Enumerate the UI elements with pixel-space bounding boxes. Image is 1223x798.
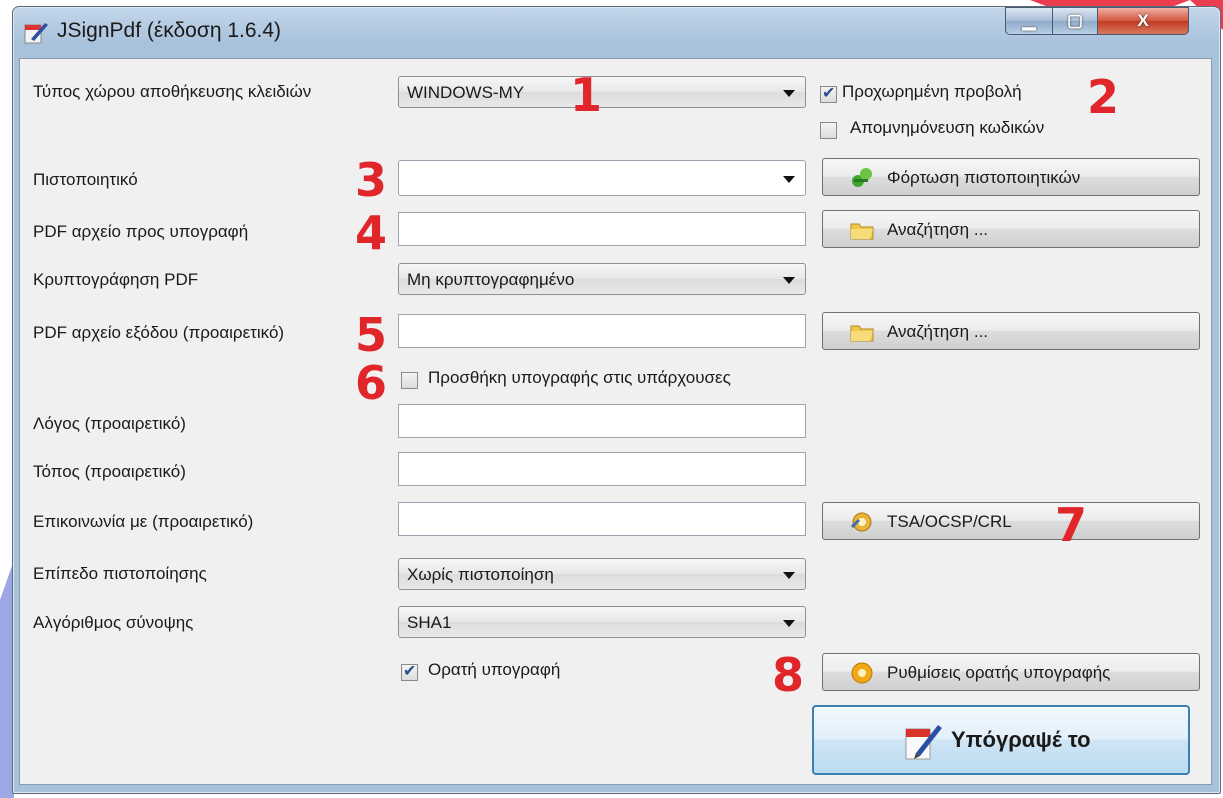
maximize-button[interactable]: ▢: [1052, 7, 1098, 35]
close-button[interactable]: X: [1097, 7, 1189, 35]
callout-5: 5: [355, 308, 388, 362]
visible-signature-label: Ορατή υπογραφή: [428, 660, 561, 679]
cert-level-label: Επίπεδο πιστοποίησης: [33, 564, 207, 583]
visible-signature-checkbox[interactable]: [401, 661, 418, 681]
browse-input-button[interactable]: Αναζήτηση ...: [822, 210, 1200, 248]
append-signature-label: Προσθήκη υπογραφής στις υπάρχουσες: [428, 368, 731, 387]
close-icon: X: [1137, 11, 1149, 30]
callout-7: 7: [1055, 498, 1088, 552]
output-pdf-field[interactable]: [398, 314, 806, 348]
load-certificates-button[interactable]: Φόρτωση πιστοποιητικών: [822, 158, 1200, 196]
chevron-down-icon: [783, 572, 795, 579]
chevron-down-icon: [783, 176, 795, 183]
append-signature-checkbox[interactable]: [401, 372, 418, 389]
browse-output-button[interactable]: Αναζήτηση ...: [822, 312, 1200, 350]
encryption-select[interactable]: Μη κρυπτογραφημένο: [398, 263, 806, 295]
reason-field[interactable]: [398, 404, 806, 438]
cert-level-select[interactable]: Χωρίς πιστοποίηση: [398, 558, 806, 590]
callout-1: 1: [570, 68, 603, 122]
maximize-icon: ▢: [1066, 11, 1084, 30]
callout-8: 8: [772, 648, 805, 702]
hash-alg-value: SHA1: [407, 613, 452, 632]
callout-6: 6: [355, 356, 388, 410]
certificate-select[interactable]: [398, 160, 806, 196]
pen-document-icon: [24, 23, 48, 44]
keystore-label: Τύπος χώρου αποθήκευσης κλειδιών: [33, 82, 312, 101]
chevron-down-icon: [783, 90, 795, 97]
sign-pen-icon: [905, 725, 942, 760]
keys-icon: [852, 168, 872, 187]
advanced-view-label: Προχωρημένη προβολή: [842, 82, 1022, 101]
cert-level-value: Χωρίς πιστοποίηση: [407, 565, 554, 584]
hash-alg-select[interactable]: SHA1: [398, 606, 806, 638]
callout-4: 4: [355, 206, 388, 260]
load-certificates-label: Φόρτωση πιστοποιητικών: [887, 168, 1081, 187]
visible-signature-settings-label: Ρυθμίσεις ορατής υπογραφής: [887, 663, 1111, 682]
certificate-label: Πιστοποιητικό: [33, 170, 138, 189]
sign-button[interactable]: Υπόγραψέ το: [812, 705, 1190, 775]
callout-3: 3: [355, 153, 388, 207]
encryption-label: Κρυπτογράφηση PDF: [33, 270, 199, 289]
title-bar[interactable]: JSignPdf (έκδοση 1.6.4) ▁ ▢ X: [13, 7, 1220, 57]
hash-alg-label: Αλγόριθμος σύνοψης: [33, 613, 194, 632]
reason-label: Λόγος (προαιρετικό): [33, 414, 186, 433]
location-field[interactable]: [398, 452, 806, 486]
browse-output-label: Αναζήτηση ...: [887, 322, 989, 341]
remember-passwords-checkbox[interactable]: [820, 122, 837, 139]
input-pdf-label: PDF αρχείο προς υπογραφή: [33, 222, 249, 241]
minimize-icon: ▁: [1022, 11, 1036, 30]
chevron-down-icon: [783, 277, 795, 284]
sign-button-label: Υπόγραψέ το: [951, 727, 1091, 752]
folder-icon: [850, 223, 874, 240]
input-pdf-field[interactable]: [398, 212, 806, 246]
contact-field[interactable]: [398, 502, 806, 536]
tsa-settings-label: TSA/OCSP/CRL: [887, 512, 1012, 531]
encryption-value: Μη κρυπτογραφημένο: [407, 270, 575, 289]
callout-2: 2: [1087, 70, 1120, 124]
window-title: JSignPdf (έκδοση 1.6.4): [57, 19, 282, 42]
advanced-view-checkbox[interactable]: [820, 83, 837, 103]
folder-icon: [850, 325, 874, 342]
tsa-settings-button[interactable]: TSA/OCSP/CRL: [822, 502, 1200, 540]
browse-input-label: Αναζήτηση ...: [887, 220, 989, 239]
location-label: Τόπος (προαιρετικό): [33, 462, 186, 481]
keystore-value: WINDOWS-MY: [407, 83, 525, 102]
output-pdf-label: PDF αρχείο εξόδου (προαιρετικό): [33, 323, 285, 342]
remember-passwords-label: Απομνημόνευση κωδικών: [850, 118, 1045, 137]
visible-signature-settings-button[interactable]: Ρυθμίσεις ορατής υπογραφής: [822, 653, 1200, 691]
gear-icon: [851, 662, 873, 684]
contact-label: Επικοινωνία με (προαιρετικό): [33, 512, 254, 531]
minimize-button[interactable]: ▁: [1005, 7, 1053, 35]
chevron-down-icon: [783, 620, 795, 627]
network-settings-icon: [850, 512, 872, 532]
